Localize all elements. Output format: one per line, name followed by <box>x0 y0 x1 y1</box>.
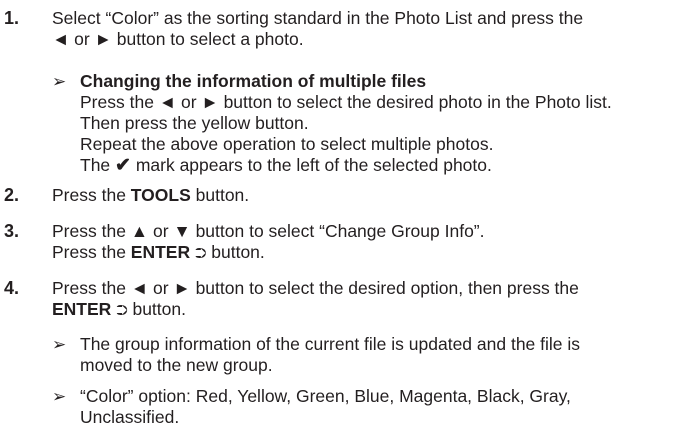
note-line: Unclassified. <box>80 407 180 427</box>
checkmark-icon: ✔ <box>115 155 131 176</box>
step-text: Press the ◄ or ► button to select the de… <box>52 278 690 321</box>
note-line: Press the ◄ or ► button to select the de… <box>80 92 612 112</box>
step-number: 4. <box>4 278 20 298</box>
step-number: 1. <box>4 8 20 28</box>
note-line: The group information of the current fil… <box>80 334 581 354</box>
note-title: Changing the information of multiple fil… <box>80 71 427 91</box>
step-number: 2. <box>4 185 20 205</box>
step-line: Press the ENTER ⮊ button. <box>52 242 265 262</box>
tools-label: TOOLS <box>130 185 191 205</box>
step-line: Press the ▲ or ▼ button to select “Chang… <box>52 221 485 241</box>
step-line: Press the ◄ or ► button to select the de… <box>52 278 579 298</box>
step-line: ◄ or ► button to select a photo. <box>52 29 304 49</box>
arrow-bullet-icon: ➢ <box>52 387 67 406</box>
step-number: 3. <box>4 221 20 241</box>
enter-icon: ⮊ <box>116 302 128 319</box>
step-text: Press the ▲ or ▼ button to select “Chang… <box>52 221 690 264</box>
note-line: Repeat the above operation to select mul… <box>80 134 494 154</box>
arrow-bullet-icon: ➢ <box>52 72 67 91</box>
enter-label: ENTER <box>130 242 191 262</box>
enter-icon: ⮊ <box>194 245 207 262</box>
step-line: ENTER ⮊ button. <box>52 299 186 319</box>
step-line: Select “Color” as the sorting standard i… <box>52 8 584 28</box>
step-text: Select “Color” as the sorting standard i… <box>52 8 690 50</box>
note-line: The ✔ mark appears to the left of the se… <box>80 155 492 176</box>
note-line: “Color” option: Red, Yellow, Green, Blue… <box>80 386 571 406</box>
arrow-bullet-icon: ➢ <box>52 335 67 354</box>
enter-label: ENTER <box>52 299 112 319</box>
step-text: Press the TOOLS button. <box>52 185 250 205</box>
note-line: Then press the yellow button. <box>80 113 309 133</box>
note-line: moved to the new group. <box>80 355 273 375</box>
